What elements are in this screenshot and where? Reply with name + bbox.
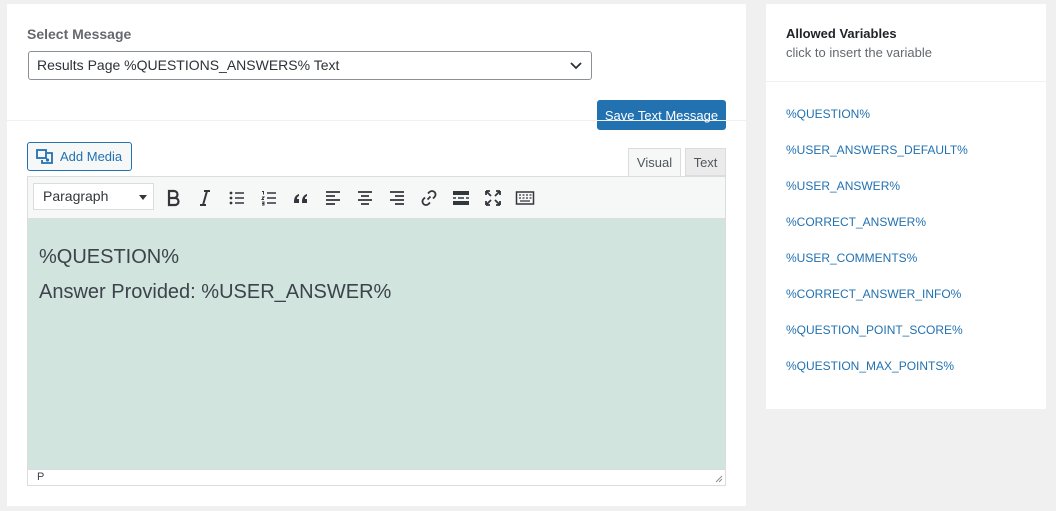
select-message-label: Select Message [27,26,132,42]
align-left-button[interactable] [321,186,345,210]
variable-item[interactable]: %CORRECT_ANSWER% [786,215,968,251]
variable-item[interactable]: %QUESTION_MAX_POINTS% [786,359,968,395]
link-button[interactable] [417,186,441,210]
blockquote-icon [294,194,307,203]
editor-content[interactable]: %QUESTION% Answer Provided: %USER_ANSWER… [28,219,725,471]
align-right-button[interactable] [385,186,409,210]
numbered-list-icon [260,191,276,206]
link-icon [421,190,437,206]
variable-item[interactable]: %USER_COMMENTS% [786,251,968,287]
media-icon [36,148,53,164]
bullet-list-button[interactable] [225,186,249,210]
add-media-button[interactable]: Add Media [27,142,132,171]
allowed-variables-title: Allowed Variables [786,26,897,41]
align-left-icon [326,191,340,205]
allowed-variables-subtitle: click to insert the variable [786,45,932,60]
section-divider [7,120,746,121]
variable-item[interactable]: %QUESTION% [786,107,968,143]
message-editor-panel: Select Message Results Page %QUESTIONS_A… [7,4,746,506]
align-right-icon [390,191,404,205]
read-more-icon [453,191,469,205]
bold-button[interactable] [161,186,185,210]
variable-item[interactable]: %CORRECT_ANSWER_INFO% [786,287,968,323]
bold-icon [167,189,180,207]
variable-list: %QUESTION% %USER_ANSWERS_DEFAULT% %USER_… [786,107,968,395]
variable-item[interactable]: %USER_ANSWER% [786,179,968,215]
element-path[interactable]: P [37,471,44,483]
panel-divider [766,81,1046,82]
resize-handle-icon[interactable] [713,473,723,483]
format-select[interactable]: Paragraph [33,183,154,210]
variable-item[interactable]: %QUESTION_POINT_SCORE% [786,323,968,359]
allowed-variables-panel: Allowed Variables click to insert the va… [766,4,1046,409]
blockquote-button[interactable] [289,186,313,210]
italic-button[interactable] [193,186,217,210]
chevron-down-icon [570,62,582,70]
toolbar-toggle-icon [515,191,535,205]
variable-item[interactable]: %USER_ANSWERS_DEFAULT% [786,143,968,179]
align-center-button[interactable] [353,186,377,210]
fullscreen-icon [485,190,501,206]
message-select[interactable]: Results Page %QUESTIONS_ANSWERS% Text [28,51,592,80]
italic-icon [200,190,210,206]
toolbar-toggle-button[interactable] [513,186,537,210]
content-line: Answer Provided: %USER_ANSWER% [39,281,392,303]
bullet-list-icon [229,191,244,205]
numbered-list-button[interactable] [257,186,281,210]
rich-text-editor: Paragraph %QUESTION% Answer Provided: %U… [27,176,726,486]
format-select-value: Paragraph [43,188,109,204]
message-select-value: Results Page %QUESTIONS_ANSWERS% Text [37,57,340,73]
content-line: %QUESTION% [39,246,180,268]
add-media-label: Add Media [60,149,123,164]
editor-status-bar: P [28,469,725,485]
align-center-icon [358,191,372,205]
fullscreen-button[interactable] [481,186,505,210]
editor-toolbar: Paragraph [28,177,725,219]
save-text-message-button[interactable]: Save Text Message [597,100,726,130]
read-more-button[interactable] [449,186,473,210]
tab-text[interactable]: Text [685,148,726,176]
tab-visual[interactable]: Visual [628,148,681,177]
dropdown-arrow-icon [139,195,147,200]
